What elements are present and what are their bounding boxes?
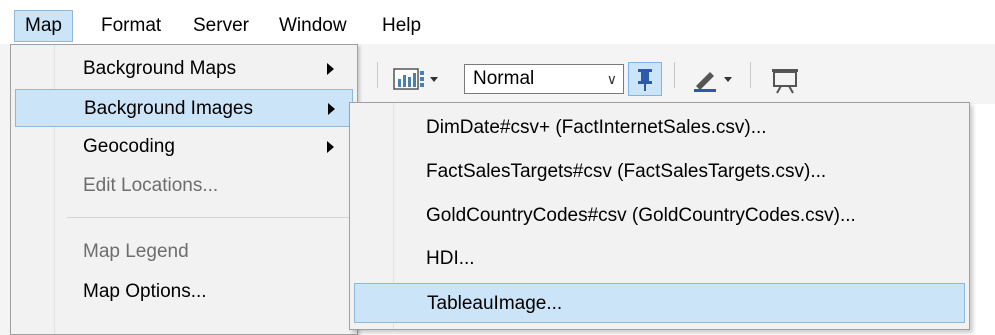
menu-item-label: Map Legend <box>83 241 189 262</box>
menu-item-label: Background Maps <box>83 58 237 79</box>
highlight-pen-button[interactable] <box>688 62 740 96</box>
submenu-item-dimdate[interactable]: DimDate#csv+ (FactInternetSales.csv)... <box>354 108 965 148</box>
pin-axis-button[interactable] <box>628 62 662 96</box>
map-menu-dropdown: Background Maps Background Images Geocod… <box>10 44 358 335</box>
pin-icon <box>638 69 652 91</box>
menu-separator <box>67 217 353 218</box>
submenu-item-goldcountrycodes[interactable]: GoldCountryCodes#csv (GoldCountryCodes.c… <box>354 196 965 236</box>
submenu-item-label: HDI... <box>426 248 475 269</box>
menu-item-edit-locations[interactable]: Edit Locations... <box>15 167 353 205</box>
background-images-submenu: DimDate#csv+ (FactInternetSales.csv)... … <box>349 102 970 330</box>
menu-help[interactable]: Help <box>372 10 431 42</box>
toolbar-separator <box>377 62 378 88</box>
fit-select-value: Normal <box>473 68 535 89</box>
presentation-mode-button[interactable] <box>765 62 805 96</box>
presentation-icon <box>772 69 798 94</box>
menu-server[interactable]: Server <box>183 10 259 42</box>
pen-icon <box>694 72 732 92</box>
submenu-arrow-icon <box>327 63 334 75</box>
submenu-item-label: GoldCountryCodes#csv (GoldCountryCodes.c… <box>426 205 856 226</box>
fit-select[interactable]: Normal ∨ <box>464 64 624 94</box>
menu-map[interactable]: Map <box>14 10 73 42</box>
menu-item-map-options[interactable]: Map Options... <box>15 273 353 311</box>
submenu-item-label: DimDate#csv+ (FactInternetSales.csv)... <box>426 117 767 138</box>
menu-item-label: Background Images <box>84 98 253 119</box>
submenu-arrow-icon <box>327 141 334 153</box>
menu-item-label: Geocoding <box>83 136 175 157</box>
menu-item-background-maps[interactable]: Background Maps <box>15 50 353 88</box>
menu-item-background-images[interactable]: Background Images <box>15 89 353 127</box>
menu-item-geocoding[interactable]: Geocoding <box>15 128 353 166</box>
submenu-item-label: FactSalesTargets#csv (FactSalesTargets.c… <box>426 161 827 182</box>
toolbar-separator <box>750 62 751 88</box>
submenu-item-label: TableauImage... <box>427 293 563 314</box>
left-edge-panel <box>0 44 10 335</box>
show-me-chart-button[interactable] <box>390 64 452 94</box>
chevron-down-icon: ∨ <box>606 71 617 87</box>
submenu-item-hdi[interactable]: HDI... <box>354 239 965 279</box>
menu-item-label: Edit Locations... <box>83 175 219 196</box>
submenu-item-factsalestargets[interactable]: FactSalesTargets#csv (FactSalesTargets.c… <box>354 152 965 192</box>
menu-item-map-legend[interactable]: Map Legend <box>15 233 353 271</box>
toolbar-separator <box>674 62 675 88</box>
submenu-arrow-icon <box>328 103 335 115</box>
submenu-item-tableauimage[interactable]: TableauImage... <box>354 283 965 323</box>
chart-icon <box>393 68 438 90</box>
menu-item-label: Map Options... <box>83 281 207 302</box>
menu-format[interactable]: Format <box>91 10 171 42</box>
menu-bar: Map Format Server Window Help <box>0 0 995 44</box>
menu-window[interactable]: Window <box>269 10 357 42</box>
